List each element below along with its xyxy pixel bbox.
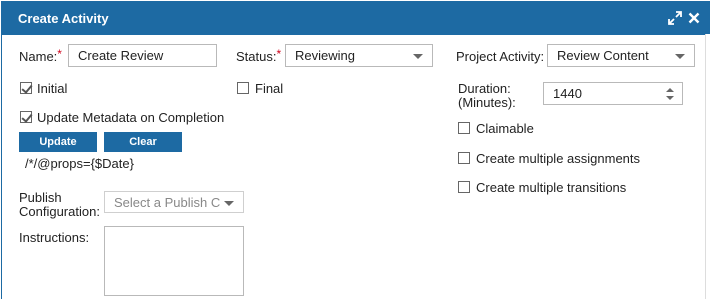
project-activity-label: Project Activity:	[456, 49, 545, 64]
update-button[interactable]: Update	[19, 132, 97, 152]
publish-configuration-placeholder: Select a Publish C	[114, 195, 221, 210]
final-label: Final	[255, 81, 284, 96]
close-x-icon[interactable]	[687, 11, 701, 25]
status-label-text: Status:	[236, 49, 277, 64]
required-marker: *	[57, 47, 62, 61]
clear-button[interactable]: Clear	[104, 132, 182, 152]
chevron-down-icon	[413, 54, 423, 59]
chevron-down-icon	[675, 54, 685, 59]
required-marker: *	[276, 47, 282, 61]
scrollbar[interactable]	[705, 34, 711, 299]
status-label: Status:*	[236, 47, 282, 64]
status-select-value: Reviewing	[295, 48, 355, 63]
claimable-checkbox[interactable]	[458, 122, 470, 134]
name-label-text: Name:	[19, 49, 58, 64]
duration-value: 1440	[553, 86, 582, 101]
multiple-assignments-label: Create multiple assignments	[476, 151, 641, 166]
name-label: Name:*	[19, 47, 62, 64]
name-input[interactable]: Create Review	[68, 44, 217, 67]
final-checkbox[interactable]	[237, 82, 249, 94]
duration-label-line1: Duration:	[458, 81, 511, 96]
duration-label-line2: (Minutes):	[458, 95, 516, 110]
spinner-arrows-icon[interactable]	[666, 88, 674, 100]
update-metadata-label: Update Metadata on Completion	[37, 110, 225, 125]
initial-checkbox[interactable]	[20, 82, 32, 94]
publish-configuration-select[interactable]: Select a Publish C	[104, 191, 244, 213]
multiple-transitions-label: Create multiple transitions	[476, 180, 627, 195]
chevron-down-icon	[224, 201, 234, 206]
initial-label: Initial	[37, 81, 68, 96]
dialog-titlebar: Create Activity	[2, 2, 709, 35]
status-select[interactable]: Reviewing	[285, 44, 433, 67]
multiple-assignments-checkbox[interactable]	[458, 152, 470, 164]
duration-stepper[interactable]: 1440	[543, 82, 683, 105]
metadata-expression: /*/@props={$Date}	[25, 156, 134, 171]
expand-arrows-icon[interactable]	[668, 11, 682, 25]
claimable-label: Claimable	[476, 121, 534, 136]
instructions-label: Instructions:	[19, 230, 90, 245]
update-metadata-checkbox[interactable]	[20, 111, 32, 123]
publish-configuration-label-line2: Configuration:	[19, 204, 100, 219]
project-activity-select[interactable]: Review Content	[547, 44, 695, 67]
project-activity-select-value: Review Content	[557, 48, 649, 63]
dialog-title: Create Activity	[18, 11, 109, 26]
publish-configuration-label-line1: Publish	[19, 190, 62, 205]
instructions-textarea[interactable]	[104, 226, 244, 296]
multiple-transitions-checkbox[interactable]	[458, 181, 470, 193]
